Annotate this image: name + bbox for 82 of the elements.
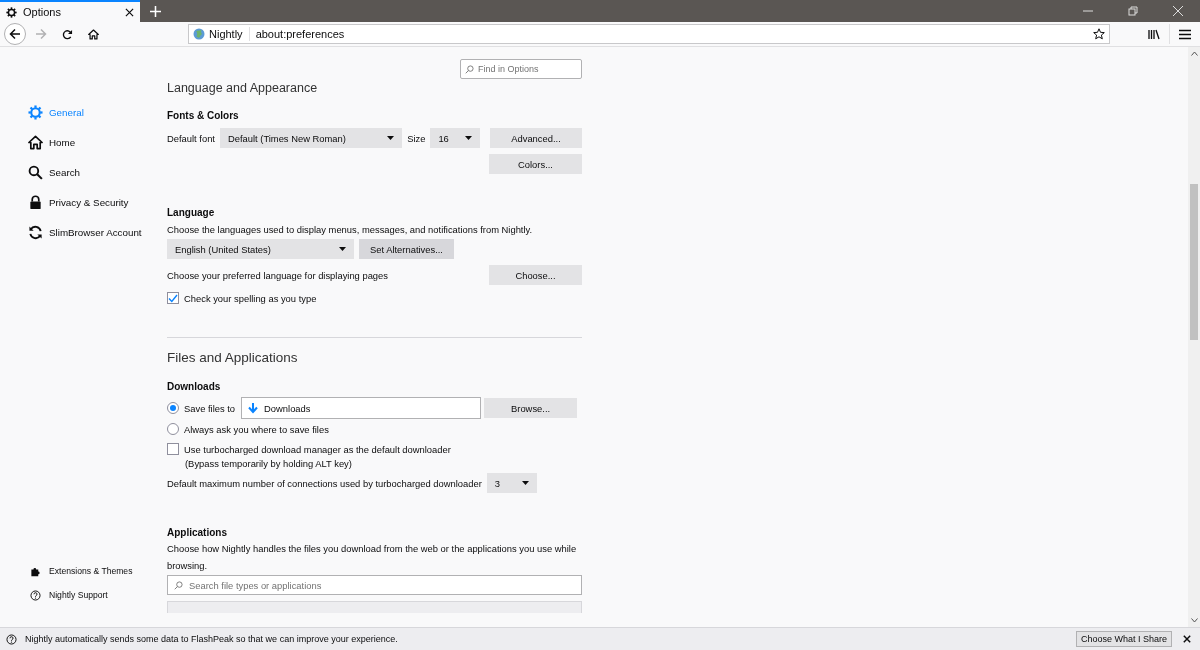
reload-icon: [61, 28, 73, 40]
choose-what-i-share-button[interactable]: Choose What I Share: [1075, 631, 1172, 647]
sidebar-item[interactable]: Search: [28, 157, 83, 187]
section-heading: Files and Applications: [167, 349, 299, 367]
close-icon: [125, 7, 134, 17]
field-label: Default maximum number of connections used by turbocharged downloader: [167, 477, 482, 489]
advanced-button[interactable]: Advanced...: [490, 128, 582, 148]
checkbox-label[interactable]: Use turbocharged download manager as the default downloader: [184, 443, 451, 455]
search-icon: [28, 164, 43, 180]
group-heading: Applications: [167, 526, 228, 540]
checkbox[interactable]: [167, 292, 179, 304]
size-dropdown[interactable]: 16: [430, 128, 480, 148]
arrow-right-icon: [35, 28, 47, 40]
radio-label[interactable]: Save files to: [184, 402, 236, 414]
scrollbar[interactable]: [1188, 47, 1200, 627]
field-label: Choose your preferred language for displaying pages: [167, 269, 388, 281]
scrollbar-thumb[interactable]: [1190, 184, 1198, 340]
gear-icon: [28, 104, 43, 120]
tab[interactable]: Options: [0, 0, 140, 22]
arrow-left-icon: [9, 28, 21, 40]
caret-icon: [387, 136, 395, 140]
menu-icon: [1179, 28, 1191, 40]
choose-button[interactable]: Choose...: [489, 265, 582, 285]
identity-label: Nightly: [209, 28, 243, 40]
font-dropdown[interactable]: Default (Times New Roman): [219, 128, 403, 148]
sidebar-item[interactable]: Privacy & Security: [28, 187, 131, 217]
find-field[interactable]: Find in Options: [460, 59, 582, 79]
language-dropdown[interactable]: English (United States): [167, 239, 354, 259]
caret-icon: [521, 481, 529, 485]
radio-button[interactable]: [167, 423, 179, 435]
caret-icon: [465, 136, 472, 140]
url-bar[interactable]: Nightly about:preferences: [188, 24, 1110, 44]
close-button[interactable]: [1180, 635, 1194, 643]
help-icon: [30, 589, 41, 601]
file-type-search-field[interactable]: Search file types or applications: [167, 575, 582, 595]
browse-button[interactable]: Browse...: [484, 398, 578, 418]
connections-dropdown[interactable]: 3: [486, 473, 537, 493]
colors-button[interactable]: Colors...: [489, 154, 582, 174]
sidebar-link[interactable]: Extensions & Themes: [30, 559, 133, 583]
note-text: (Bypass temporarily by holding ALT key): [185, 457, 353, 471]
checkbox[interactable]: [167, 443, 179, 455]
help-icon: [6, 633, 17, 645]
close-icon: [1183, 635, 1191, 643]
download-arrow-icon: [248, 402, 259, 414]
download-folder-field[interactable]: Downloads: [241, 397, 482, 419]
scroll-up-icon: [1190, 51, 1198, 56]
caret-icon: [339, 247, 346, 251]
description-text: Choose how Nightly handles the files you download from the web or the applications you use while browsing.: [167, 542, 578, 573]
sync-icon: [28, 224, 43, 240]
back-button[interactable]: [4, 23, 26, 45]
plus-icon: [149, 5, 161, 17]
search-icon: [465, 64, 474, 74]
sidebar-link[interactable]: Nightly Support: [30, 583, 108, 607]
globe-icon: [193, 28, 205, 40]
field-label: Size: [407, 132, 426, 144]
star-icon: [1093, 28, 1105, 40]
check-icon: [168, 293, 178, 303]
sidebar-item[interactable]: General: [28, 97, 86, 127]
group-heading: Fonts & Colors: [167, 109, 240, 123]
search-icon: [174, 580, 183, 590]
set-alternatives-button[interactable]: Set Alternatives...: [359, 239, 454, 259]
sidebar-item[interactable]: Home: [28, 127, 78, 157]
close-icon: [1172, 6, 1183, 16]
lock-icon: [28, 194, 43, 210]
gear-icon: [6, 6, 17, 18]
checkbox-label[interactable]: Check your spelling as you type: [184, 292, 317, 304]
scroll-down-icon: [1190, 618, 1198, 623]
group-heading: Downloads: [167, 380, 222, 394]
section-heading: Language and Appearance: [167, 81, 318, 95]
group-heading: Language: [167, 206, 216, 220]
puzzle-icon: [30, 565, 41, 577]
radio-button[interactable]: [167, 402, 179, 414]
url-text: about:preferences: [255, 28, 346, 40]
library-icon: [1148, 28, 1160, 40]
field-label: Default font: [167, 132, 215, 144]
home-icon: [87, 28, 99, 40]
notification-message: Nightly automatically sends some data to FlashPeak so that we can improve your experience.: [25, 634, 398, 644]
restore-icon: [1127, 6, 1138, 16]
radio-label[interactable]: Always ask you where to save files: [184, 423, 329, 435]
home-icon: [28, 134, 43, 150]
description-text: Choose the languages used to display menus, messages, and notifications from Nightly.: [167, 223, 534, 237]
sidebar-item[interactable]: SlimBrowser Account: [28, 217, 144, 247]
